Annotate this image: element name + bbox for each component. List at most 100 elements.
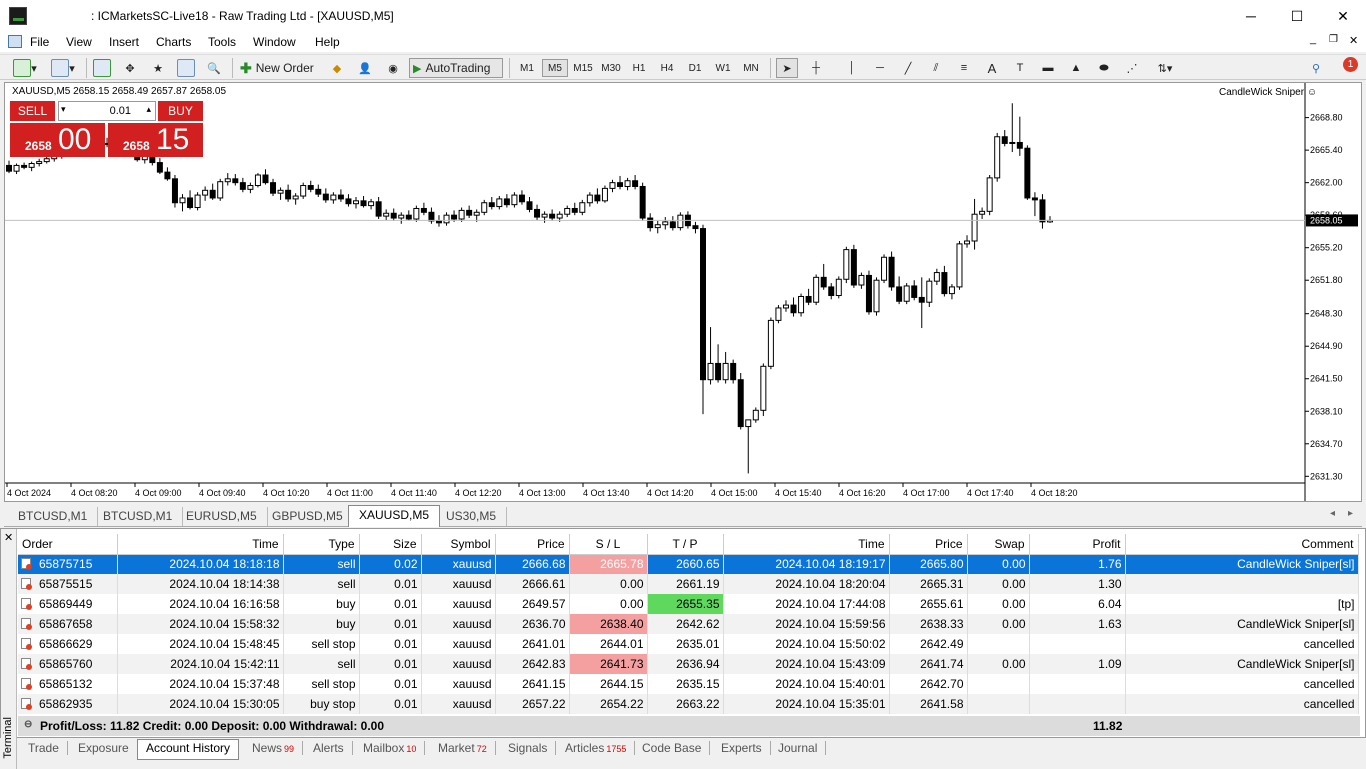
minimize-button[interactable]: ─ (1228, 0, 1274, 32)
candlestick-chart[interactable]: 2668.802665.402662.002658.602655.202651.… (5, 83, 1361, 501)
terminal-tab-mailbox[interactable]: Mailbox 10 (355, 741, 426, 755)
chart-tab[interactable]: BTCUSD,M1 (8, 507, 99, 526)
terminal-tab-code-base[interactable]: Code Base (634, 741, 711, 755)
table-row[interactable]: 65875515 2024.10.04 18:14:38 sell 0.01 xauus… (18, 574, 1359, 594)
menu-help[interactable]: Help (315, 35, 340, 49)
crosshair-icon[interactable]: ┼ (806, 58, 826, 78)
timeframe-m15[interactable]: M15 (570, 59, 596, 77)
terminal-tab-alerts[interactable]: Alerts (305, 741, 353, 755)
sell-button[interactable]: SELL (10, 101, 55, 121)
fibo-fan-icon[interactable]: ⋰ (1122, 58, 1142, 78)
terminal-tab-account-history[interactable]: Account History (137, 739, 240, 760)
table-row[interactable]: 65867658 2024.10.04 15:58:32 buy 0.01 xauusd… (18, 614, 1359, 634)
horizontal-line-icon[interactable]: ─ (870, 58, 890, 78)
fibonacci-icon[interactable]: ≡ (954, 58, 974, 78)
menu-view[interactable]: View (66, 35, 92, 49)
column-header[interactable]: Price (889, 534, 968, 555)
column-header[interactable]: Time (117, 534, 284, 555)
lot-increase-icon[interactable]: ▴ (146, 104, 151, 115)
column-header[interactable]: Size (359, 534, 422, 555)
terminal-tab-experts[interactable]: Experts (713, 741, 771, 755)
column-header[interactable]: Symbol (421, 534, 496, 555)
terminal-tab-exposure[interactable]: Exposure (70, 741, 138, 755)
triangle-icon[interactable]: ▲ (1066, 58, 1086, 78)
column-header[interactable]: Profit (1029, 534, 1126, 555)
favorites-icon[interactable]: ★ (148, 58, 168, 78)
lot-decrease-icon[interactable]: ▾ (61, 104, 66, 115)
table-row[interactable]: 65862935 2024.10.04 15:30:05 buy stop 0.01 x… (18, 694, 1359, 714)
child-close-icon[interactable]: ✕ (1349, 34, 1358, 47)
column-header[interactable]: S / L (569, 534, 648, 555)
strategy-tester-icon[interactable]: 🔍 (204, 58, 224, 78)
terminal-tab-news[interactable]: News 99 (244, 741, 304, 755)
chart-tab[interactable]: GBPUSD,M5 (262, 507, 354, 526)
document-icon[interactable] (8, 35, 22, 48)
chart-tab[interactable]: EURUSD,M5 (176, 507, 268, 526)
child-restore-icon[interactable]: ❐ (1329, 34, 1338, 45)
rectangle-icon[interactable]: ▬ (1038, 58, 1058, 78)
column-header[interactable]: Type (283, 534, 360, 555)
chart-tab[interactable]: US30,M5 (436, 507, 508, 526)
menu-insert[interactable]: Insert (109, 35, 139, 49)
ellipse-icon[interactable]: ⬬ (1094, 58, 1114, 78)
market-watch-icon[interactable] (92, 58, 112, 78)
accounts-icon[interactable]: 👤 (355, 58, 375, 78)
menu-tools[interactable]: Tools (208, 35, 236, 49)
equidistant-channel-icon[interactable]: ⫽ (926, 58, 946, 78)
cursor-icon[interactable]: ➤ (776, 58, 798, 78)
maximize-button[interactable]: ☐ (1274, 0, 1320, 32)
new-order-button[interactable]: ✚ New Order (240, 58, 320, 78)
table-row[interactable]: 65865760 2024.10.04 15:42:11 sell 0.01 xauus… (18, 654, 1359, 674)
terminal-tab-articles[interactable]: Articles 1755 (557, 741, 636, 755)
vertical-line-icon[interactable]: │ (842, 58, 862, 78)
text-label-icon[interactable]: T (1010, 58, 1030, 78)
column-header[interactable]: T / P (647, 534, 724, 555)
notifications-icon[interactable]: 1 (1334, 57, 1360, 78)
buy-button[interactable]: BUY (158, 101, 203, 121)
navigator-icon[interactable]: ✥ (120, 58, 140, 78)
signal-icon[interactable]: ◉ (383, 58, 403, 78)
lot-size-field[interactable]: ▾ 0.01 ▴ (58, 101, 156, 121)
child-minimize-icon[interactable]: _ (1310, 33, 1316, 45)
chart-tab-active[interactable]: XAUUSD,M5 (348, 505, 441, 527)
search-icon[interactable]: ⚲ (1306, 58, 1326, 78)
close-button[interactable]: ✕ (1320, 0, 1366, 32)
timeframe-m5[interactable]: M5 (542, 59, 568, 77)
terminal-tab-market[interactable]: Market 72 (430, 741, 496, 755)
table-row[interactable]: 65875715 2024.10.04 18:18:18 sell 0.02 xauus… (18, 554, 1359, 574)
meta-editor-icon[interactable]: ◆ (327, 58, 347, 78)
menu-window[interactable]: Window (253, 35, 296, 49)
table-row[interactable]: 65869449 2024.10.04 16:16:58 buy 0.01 xauusd… (18, 594, 1359, 614)
timeframe-h1[interactable]: H1 (626, 59, 652, 77)
profiles-icon[interactable]: ▾ (48, 58, 78, 78)
column-header[interactable]: Order (18, 534, 118, 555)
column-header[interactable]: Price (495, 534, 570, 555)
text-icon[interactable]: A (982, 58, 1002, 78)
sell-price-button[interactable]: 2658 00 (10, 123, 105, 157)
table-row[interactable]: 65865132 2024.10.04 15:37:48 sell stop 0.01… (18, 674, 1359, 694)
chart-window[interactable]: 2668.802665.402662.002658.602655.202651.… (4, 82, 1362, 502)
timeframe-mn[interactable]: MN (738, 59, 764, 77)
terminal-tab-signals[interactable]: Signals (500, 741, 557, 755)
data-window-icon[interactable] (176, 58, 196, 78)
timeframe-d1[interactable]: D1 (682, 59, 708, 77)
autotrading-button[interactable]: ▶ AutoTrading (409, 58, 503, 78)
column-header[interactable]: Swap (967, 534, 1030, 555)
timeframe-w1[interactable]: W1 (710, 59, 736, 77)
column-header[interactable]: Time (723, 534, 890, 555)
arrows-icon[interactable]: ⇅▾ (1150, 58, 1180, 78)
terminal-close-icon[interactable]: ✕ (4, 531, 13, 544)
timeframe-m1[interactable]: M1 (514, 59, 540, 77)
buy-price-button[interactable]: 2658 15 (108, 123, 203, 157)
terminal-tab-trade[interactable]: Trade (20, 741, 68, 755)
table-row[interactable]: 65866629 2024.10.04 15:48:45 sell stop 0.01… (18, 634, 1359, 654)
column-header[interactable]: Comment (1125, 534, 1359, 555)
timeframe-m30[interactable]: M30 (598, 59, 624, 77)
scroll-left-icon[interactable]: ◂ (1330, 508, 1335, 519)
menu-charts[interactable]: Charts (156, 35, 191, 49)
menu-file[interactable]: File (30, 35, 49, 49)
chart-tab[interactable]: BTCUSD,M1 (93, 507, 184, 526)
new-chart-icon[interactable]: ▾ (10, 58, 40, 78)
trendline-icon[interactable]: ╱ (898, 58, 918, 78)
scroll-right-icon[interactable]: ▸ (1348, 508, 1353, 519)
